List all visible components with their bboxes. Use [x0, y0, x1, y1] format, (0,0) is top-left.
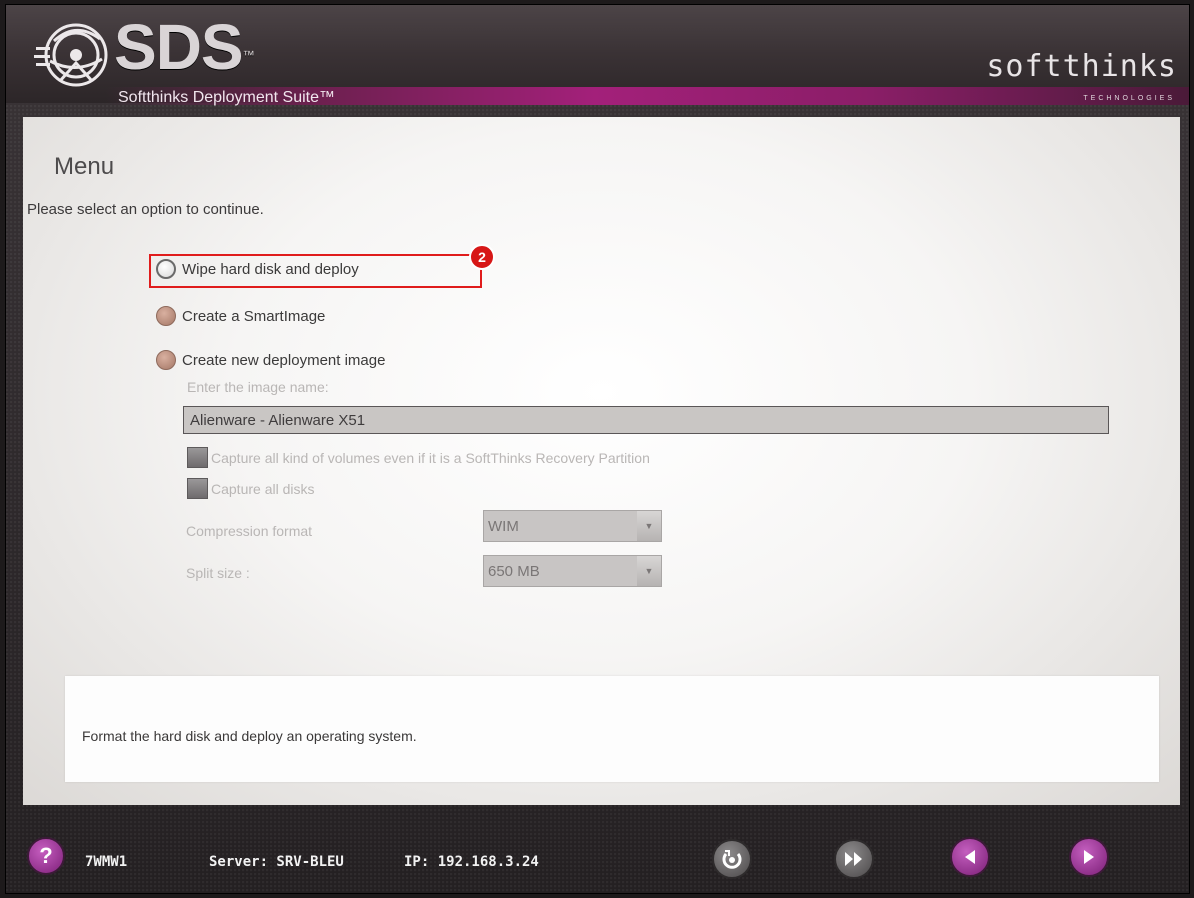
option-create-deployment-image[interactable]: Create new deployment image [156, 350, 385, 370]
sds-logo-text: SDS™ [114, 11, 255, 83]
image-name-label: Enter the image name: [187, 379, 329, 395]
chevron-down-icon[interactable]: ▼ [637, 511, 661, 541]
skip-button[interactable] [834, 839, 874, 879]
trademark: ™ [242, 48, 255, 62]
restore-icon [722, 850, 742, 869]
step-badge: 2 [469, 244, 495, 270]
description-box: Format the hard disk and deploy an opera… [65, 676, 1159, 782]
radio-button[interactable] [156, 350, 176, 370]
footer: ? 7WMW1 Server: SRV-BLEU IP: 192.168.3.2… [6, 813, 1189, 893]
select-value: 650 MB [488, 562, 540, 580]
split-size-select[interactable]: 650 MB ▼ [483, 555, 662, 587]
arrow-right-icon [1084, 850, 1094, 864]
checkbox-label: Capture all disks [211, 480, 315, 497]
main-panel: Menu Please select an option to continue… [23, 117, 1180, 805]
option-create-smartimage[interactable]: Create a SmartImage [156, 306, 325, 326]
sds-logo-letters: SDS [114, 11, 244, 83]
header: SDS™ Softthinks Deployment Suite™ softth… [6, 5, 1189, 121]
brand-name: softthinks [986, 49, 1177, 84]
option-label: Create new deployment image [182, 351, 386, 369]
split-size-label: Split size : [186, 565, 250, 581]
machine-name: 7WMW1 [85, 854, 128, 870]
page-subtitle: Please select an option to continue. [27, 201, 264, 218]
back-button[interactable] [950, 837, 990, 877]
chevron-down-icon[interactable]: ▼ [637, 556, 661, 586]
radio-button[interactable] [156, 259, 176, 279]
app-window: SDS™ Softthinks Deployment Suite™ softth… [5, 4, 1190, 894]
capture-all-volumes-checkbox[interactable]: Capture all kind of volumes even if it i… [187, 447, 650, 468]
checkbox[interactable] [187, 447, 208, 468]
option-wipe-and-deploy[interactable]: Wipe hard disk and deploy [156, 259, 359, 279]
option-label: Create a SmartImage [182, 307, 326, 325]
select-value: WIM [488, 517, 519, 535]
arrow-left-icon [965, 850, 975, 864]
brand-subtitle: TECHNOLOGIES [1083, 95, 1175, 102]
restore-button[interactable] [712, 839, 752, 879]
image-name-input[interactable] [183, 406, 1109, 434]
description-text: Format the hard disk and deploy an opera… [82, 728, 417, 744]
option-label: Wipe hard disk and deploy [182, 260, 359, 278]
checkbox-label: Capture all kind of volumes even if it i… [211, 449, 650, 466]
radio-button[interactable] [156, 306, 176, 326]
page-title: Menu [54, 153, 115, 180]
compression-format-select[interactable]: WIM ▼ [483, 510, 662, 542]
suite-name: Softthinks Deployment Suite™ [118, 89, 335, 106]
checkbox[interactable] [187, 478, 208, 499]
fast-forward-icon [845, 852, 862, 866]
ip-label: IP: 192.168.3.24 [404, 854, 539, 870]
help-button[interactable]: ? [27, 837, 65, 875]
compression-format-label: Compression format [186, 523, 313, 539]
next-button[interactable] [1069, 837, 1109, 877]
capture-all-disks-checkbox[interactable]: Capture all disks [187, 478, 315, 499]
server-label: Server: SRV-BLEU [209, 854, 344, 870]
sds-logo-icon [34, 23, 108, 87]
